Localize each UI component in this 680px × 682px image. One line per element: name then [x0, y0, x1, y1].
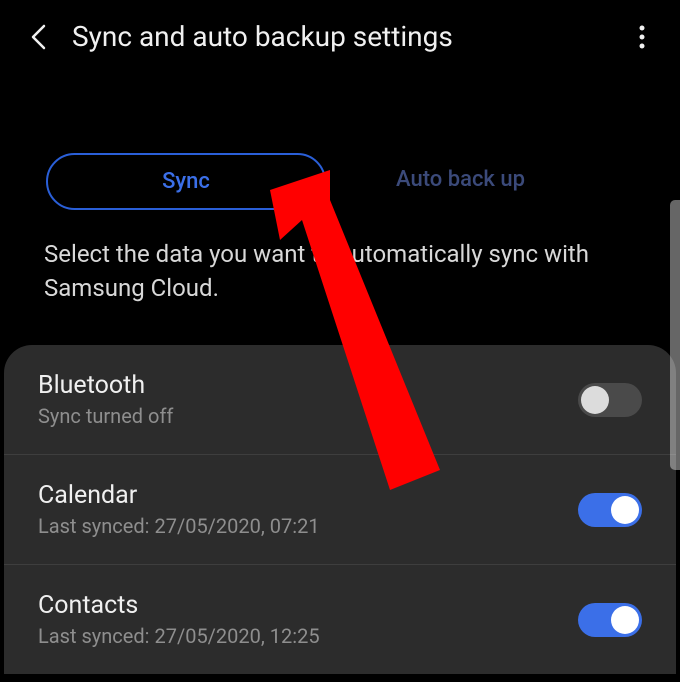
more-icon[interactable] — [628, 23, 656, 51]
toggle-contacts[interactable] — [578, 603, 642, 637]
tab-description: Select the data you want to automaticall… — [0, 238, 680, 345]
sync-list: Bluetooth Sync turned off Calendar Last … — [4, 345, 676, 674]
page-title: Sync and auto backup settings — [72, 20, 608, 53]
item-title: Bluetooth — [38, 371, 173, 400]
back-icon[interactable] — [24, 23, 52, 51]
tab-auto-backup[interactable]: Auto back up — [376, 153, 545, 210]
toggle-calendar[interactable] — [578, 493, 642, 527]
list-item-calendar[interactable]: Calendar Last synced: 27/05/2020, 07:21 — [4, 455, 676, 565]
item-subtitle: Last synced: 27/05/2020, 12:25 — [38, 624, 320, 648]
list-item-contacts[interactable]: Contacts Last synced: 27/05/2020, 12:25 — [4, 565, 676, 674]
toggle-bluetooth[interactable] — [578, 383, 642, 417]
item-title: Contacts — [38, 591, 320, 620]
item-title: Calendar — [38, 481, 320, 510]
item-subtitle: Last synced: 27/05/2020, 07:21 — [38, 514, 320, 538]
tab-sync[interactable]: Sync — [46, 153, 326, 210]
scrollbar[interactable] — [670, 200, 680, 470]
list-item-bluetooth[interactable]: Bluetooth Sync turned off — [4, 345, 676, 455]
item-subtitle: Sync turned off — [38, 404, 173, 428]
